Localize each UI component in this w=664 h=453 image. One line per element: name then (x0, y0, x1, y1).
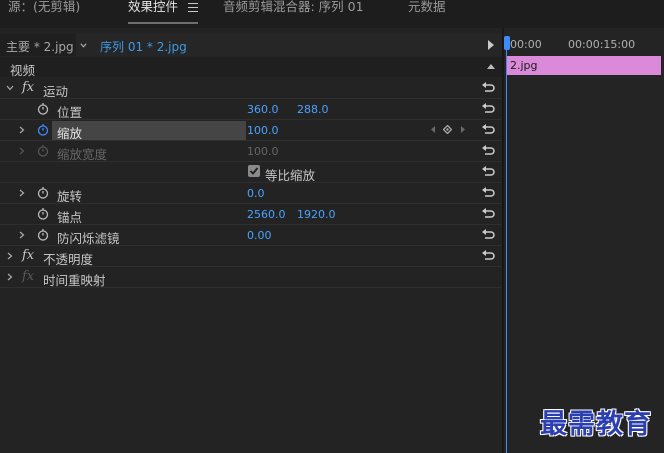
timeline-clip[interactable]: 2.jpg (507, 56, 661, 75)
chevron-right-icon[interactable] (6, 273, 14, 281)
chevron-right-icon[interactable] (6, 252, 14, 260)
fx-icon: fx (22, 269, 35, 284)
chevron-right-icon (19, 147, 25, 155)
tab-metadata[interactable]: 元数据 (408, 0, 446, 22)
position-x-value[interactable]: 360.0 (247, 103, 279, 116)
add-keyframe-icon[interactable] (443, 125, 452, 134)
playhead-handle[interactable] (504, 36, 510, 50)
main-clip-label[interactable]: 主要 * 2.jpg (6, 38, 74, 55)
chevron-right-icon[interactable] (18, 231, 26, 239)
fx-icon[interactable]: fx (22, 248, 34, 263)
watermark-logo: 最需教育 (540, 409, 652, 440)
uniform-scale-checkbox[interactable] (248, 165, 260, 177)
stopwatch-icon[interactable] (37, 207, 49, 220)
reset-icon[interactable] (481, 206, 495, 220)
playhead-line[interactable] (506, 40, 507, 453)
section-video-label: 视频 (10, 63, 36, 78)
reset-icon[interactable] (481, 248, 495, 262)
timecode-end: 00:00:15:00 (568, 38, 636, 51)
stopwatch-icon[interactable] (37, 102, 49, 115)
chevron-right-icon[interactable] (18, 189, 26, 197)
reset-icon[interactable] (481, 143, 495, 157)
active-tab-underline (128, 22, 198, 24)
stopwatch-icon[interactable] (37, 186, 49, 199)
tab-source[interactable]: 源：(无剪辑) (8, 0, 80, 22)
position-y-value[interactable]: 288.0 (297, 103, 329, 116)
next-keyframe-icon[interactable] (459, 125, 467, 134)
stopwatch-icon[interactable] (37, 228, 49, 241)
clip-header: 主要 * 2.jpg 序列 01 * 2.jpg (0, 34, 502, 56)
play-icon[interactable] (488, 40, 494, 50)
previous-keyframe-icon[interactable] (429, 125, 437, 134)
property-row-rotation[interactable]: 旋转 0.0 (0, 183, 502, 204)
anchor-y-value[interactable]: 1920.0 (297, 208, 336, 221)
fx-icon[interactable]: fx (22, 80, 34, 95)
rotation-value[interactable]: 0.0 (247, 187, 265, 200)
sequence-clip-label[interactable]: 序列 01 * 2.jpg (100, 38, 187, 55)
anchor-x-value[interactable]: 2560.0 (247, 208, 286, 221)
chevron-right-icon[interactable] (18, 126, 26, 134)
reset-icon[interactable] (481, 227, 495, 241)
effect-row-opacity[interactable]: fx 不透明度 (0, 246, 502, 267)
panel-menu-icon[interactable] (188, 0, 199, 14)
chevron-down-icon[interactable] (6, 84, 14, 92)
tab-audio-clip-mixer[interactable]: 音频剪辑混合器: 序列 01 (223, 0, 364, 22)
property-row-uniform-scale: 等比缩放 (0, 162, 502, 183)
effect-row-time-remapping[interactable]: fx 时间重映射 (0, 267, 502, 288)
timeline-clip-label: 2.jpg (510, 59, 538, 72)
effect-row-motion[interactable]: fx 运动 (0, 78, 502, 99)
scale-value[interactable]: 100.0 (247, 124, 279, 137)
timecode-start: 00:00 (510, 38, 542, 51)
tab-effect-controls[interactable]: 效果控件 (128, 0, 178, 22)
chevron-down-icon[interactable] (80, 42, 87, 49)
reset-icon[interactable] (481, 101, 495, 115)
scale-width-value: 100.0 (247, 145, 279, 158)
section-video: 视频 (0, 57, 502, 78)
timeline-pane: 00:00 00:00:15:00 (504, 28, 664, 453)
checkmark-icon (249, 167, 259, 175)
panel-tab-bar: 源：(无剪辑) 效果控件 音频剪辑混合器: 序列 01 元数据 (0, 0, 664, 28)
property-row-scale[interactable]: 缩放 100.0 (0, 120, 502, 141)
stopwatch-icon[interactable] (37, 123, 49, 136)
reset-icon[interactable] (481, 80, 495, 94)
property-row-anchor[interactable]: 锚点 2560.0 1920.0 (0, 204, 502, 225)
reset-icon[interactable] (481, 164, 495, 178)
property-row-anti-flicker[interactable]: 防闪烁滤镜 0.00 (0, 225, 502, 246)
stopwatch-icon (37, 145, 49, 157)
property-row-position[interactable]: 位置 360.0 288.0 (0, 99, 502, 120)
collapse-up-icon[interactable] (486, 63, 496, 70)
reset-icon[interactable] (481, 122, 495, 136)
property-row-scale-width: 缩放宽度 100.0 (0, 141, 502, 162)
anti-flicker-value[interactable]: 0.00 (247, 229, 272, 242)
reset-icon[interactable] (481, 185, 495, 199)
